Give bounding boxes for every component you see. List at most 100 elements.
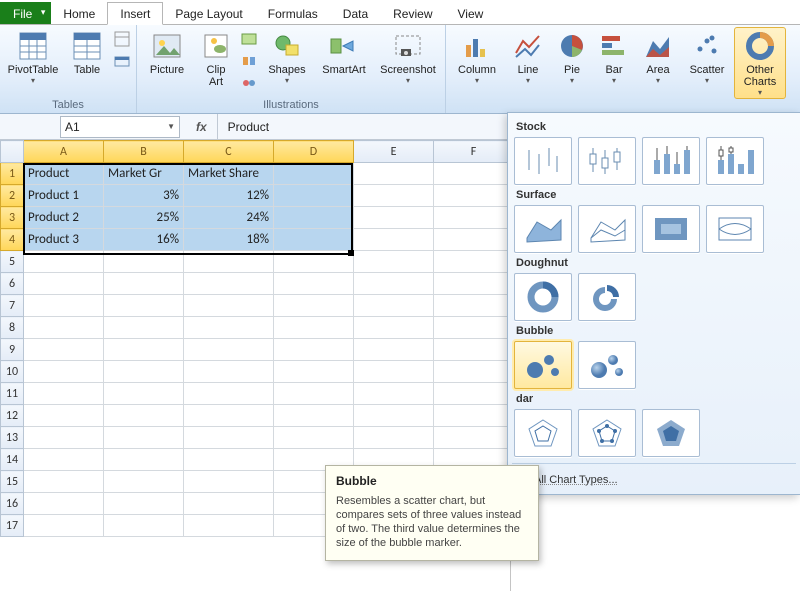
cell-A1[interactable]: Product bbox=[24, 163, 104, 185]
name-box-dropdown-icon[interactable]: ▼ bbox=[167, 122, 175, 131]
bar-chart-button[interactable]: Bar▾ bbox=[594, 27, 634, 99]
table-button[interactable]: Table bbox=[64, 27, 110, 99]
cell-F1[interactable] bbox=[434, 163, 514, 185]
cell-C15[interactable] bbox=[184, 471, 274, 493]
cell-E3[interactable] bbox=[354, 207, 434, 229]
cell-F6[interactable] bbox=[434, 273, 514, 295]
cell-F4[interactable] bbox=[434, 229, 514, 251]
row-header-17[interactable]: 17 bbox=[1, 515, 24, 537]
cell-A15[interactable] bbox=[24, 471, 104, 493]
cell-D12[interactable] bbox=[274, 405, 354, 427]
row-header-16[interactable]: 16 bbox=[1, 493, 24, 515]
cell-D1[interactable] bbox=[274, 163, 354, 185]
name-box[interactable]: A1 ▼ bbox=[60, 116, 180, 138]
bubble-type-1[interactable] bbox=[514, 341, 572, 389]
row-header-6[interactable]: 6 bbox=[1, 273, 24, 295]
cell-B4[interactable]: 16% bbox=[104, 229, 184, 251]
cell-A13[interactable] bbox=[24, 427, 104, 449]
tab-view[interactable]: View bbox=[445, 2, 497, 24]
cell-C5[interactable] bbox=[184, 251, 274, 273]
cell-B16[interactable] bbox=[104, 493, 184, 515]
picture-button[interactable]: Picture bbox=[141, 27, 193, 99]
cell-B6[interactable] bbox=[104, 273, 184, 295]
row-header-9[interactable]: 9 bbox=[1, 339, 24, 361]
row-header-10[interactable]: 10 bbox=[1, 361, 24, 383]
radar-type-3[interactable] bbox=[642, 409, 700, 457]
cell-C11[interactable] bbox=[184, 383, 274, 405]
stock-type-1[interactable] bbox=[514, 137, 572, 185]
all-chart-types-link[interactable]: All Chart Types... bbox=[514, 470, 794, 488]
cell-F5[interactable] bbox=[434, 251, 514, 273]
column-chart-button[interactable]: Column▾ bbox=[450, 27, 504, 99]
row-header-2[interactable]: 2 bbox=[1, 185, 24, 207]
cell-A4[interactable]: Product 3 bbox=[24, 229, 104, 251]
other-charts-button[interactable]: Other Charts▾ bbox=[734, 27, 786, 99]
cell-A14[interactable] bbox=[24, 449, 104, 471]
radar-type-2[interactable] bbox=[578, 409, 636, 457]
cell-B7[interactable] bbox=[104, 295, 184, 317]
cell-B1[interactable]: Market Gr bbox=[104, 163, 184, 185]
cell-C16[interactable] bbox=[184, 493, 274, 515]
cell-F7[interactable] bbox=[434, 295, 514, 317]
cell-C13[interactable] bbox=[184, 427, 274, 449]
cell-F2[interactable] bbox=[434, 185, 514, 207]
cell-F9[interactable] bbox=[434, 339, 514, 361]
cell-A10[interactable] bbox=[24, 361, 104, 383]
cell-E9[interactable] bbox=[354, 339, 434, 361]
col-header-A[interactable]: A bbox=[24, 141, 104, 163]
cell-B15[interactable] bbox=[104, 471, 184, 493]
smartart-button[interactable]: SmartArt bbox=[315, 27, 373, 99]
cell-A8[interactable] bbox=[24, 317, 104, 339]
small-icon-2[interactable] bbox=[112, 51, 132, 71]
cell-D9[interactable] bbox=[274, 339, 354, 361]
cell-A5[interactable] bbox=[24, 251, 104, 273]
cell-D10[interactable] bbox=[274, 361, 354, 383]
pie-chart-button[interactable]: Pie▾ bbox=[552, 27, 592, 99]
cell-B10[interactable] bbox=[104, 361, 184, 383]
bubble-type-2[interactable] bbox=[578, 341, 636, 389]
row-header-4[interactable]: 4 bbox=[1, 229, 24, 251]
cell-E2[interactable] bbox=[354, 185, 434, 207]
cell-C10[interactable] bbox=[184, 361, 274, 383]
stock-type-3[interactable] bbox=[642, 137, 700, 185]
cell-F11[interactable] bbox=[434, 383, 514, 405]
cell-D7[interactable] bbox=[274, 295, 354, 317]
fx-icon[interactable]: fx bbox=[196, 120, 207, 134]
row-header-12[interactable]: 12 bbox=[1, 405, 24, 427]
stock-type-2[interactable] bbox=[578, 137, 636, 185]
cell-B17[interactable] bbox=[104, 515, 184, 537]
row-header-7[interactable]: 7 bbox=[1, 295, 24, 317]
cell-B14[interactable] bbox=[104, 449, 184, 471]
col-header-D[interactable]: D bbox=[274, 141, 354, 163]
cell-B2[interactable]: 3% bbox=[104, 185, 184, 207]
cell-E4[interactable] bbox=[354, 229, 434, 251]
tab-insert[interactable]: Insert bbox=[107, 2, 163, 25]
col-header-F[interactable]: F bbox=[434, 141, 514, 163]
clipart-button[interactable]: Clip Art bbox=[195, 27, 237, 99]
tab-page-layout[interactable]: Page Layout bbox=[162, 2, 255, 24]
scatter-chart-button[interactable]: Scatter▾ bbox=[682, 27, 732, 99]
cell-C6[interactable] bbox=[184, 273, 274, 295]
tab-data[interactable]: Data bbox=[330, 2, 381, 24]
cell-B11[interactable] bbox=[104, 383, 184, 405]
cell-F3[interactable] bbox=[434, 207, 514, 229]
cell-A17[interactable] bbox=[24, 515, 104, 537]
cell-B9[interactable] bbox=[104, 339, 184, 361]
cell-A3[interactable]: Product 2 bbox=[24, 207, 104, 229]
cell-D13[interactable] bbox=[274, 427, 354, 449]
cell-A6[interactable] bbox=[24, 273, 104, 295]
row-header-11[interactable]: 11 bbox=[1, 383, 24, 405]
tab-review[interactable]: Review bbox=[380, 2, 445, 24]
cell-A7[interactable] bbox=[24, 295, 104, 317]
cell-C9[interactable] bbox=[184, 339, 274, 361]
cell-D11[interactable] bbox=[274, 383, 354, 405]
select-all-corner[interactable] bbox=[1, 141, 24, 163]
tab-file[interactable]: File bbox=[0, 2, 51, 24]
cell-F13[interactable] bbox=[434, 427, 514, 449]
cell-D5[interactable] bbox=[274, 251, 354, 273]
col-header-E[interactable]: E bbox=[354, 141, 434, 163]
row-header-1[interactable]: 1 bbox=[1, 163, 24, 185]
cell-E7[interactable] bbox=[354, 295, 434, 317]
cell-B5[interactable] bbox=[104, 251, 184, 273]
surface-type-4[interactable] bbox=[706, 205, 764, 253]
